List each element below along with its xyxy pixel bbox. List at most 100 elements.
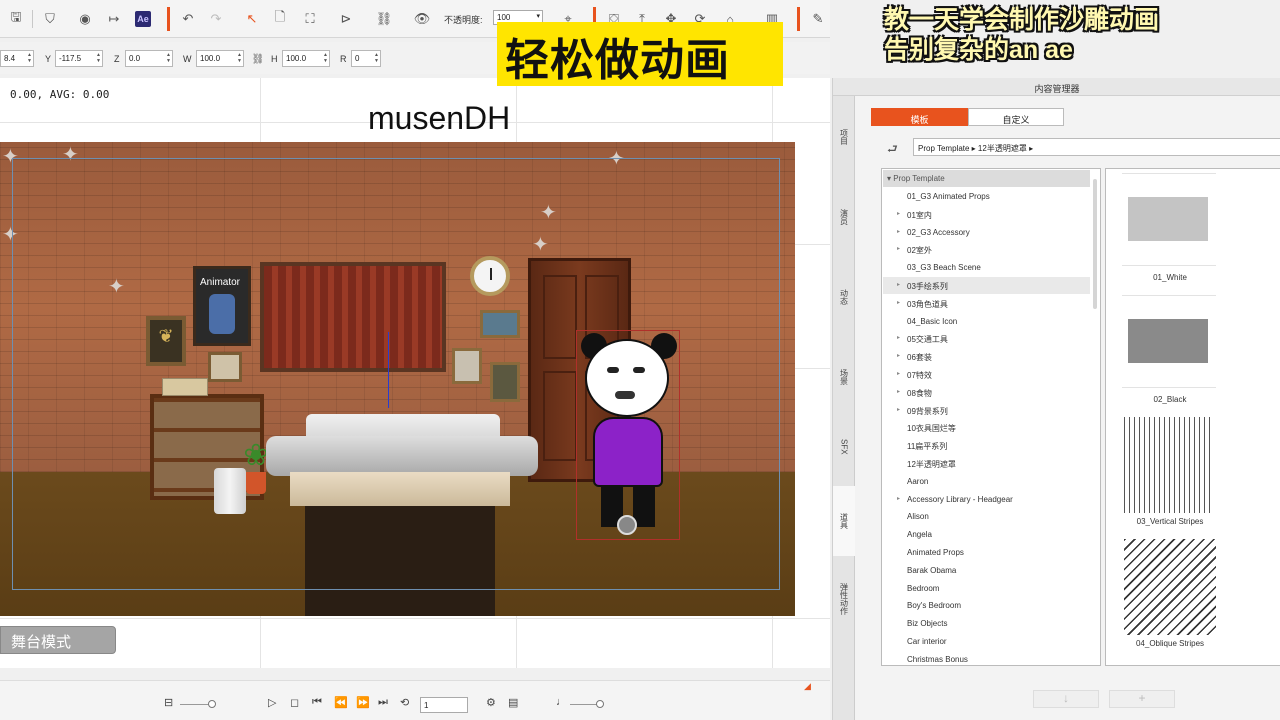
stage-canvas[interactable]: 0.00, AVG: 0.00 ✦ ✦ ✦ ✦ ✦ ✦ ✦ Animator ❦ — [0, 78, 830, 668]
save-icon[interactable]: 🖫 — [6, 9, 26, 29]
loop-icon[interactable]: ⟲ — [400, 696, 409, 709]
breadcrumb-item[interactable]: 12半透明遮罩 — [978, 144, 1027, 153]
thumbnail-vertical-stripes[interactable] — [1124, 417, 1212, 513]
tree-item[interactable]: Barak Obama — [883, 562, 1090, 579]
tree-item[interactable]: Bedroom — [883, 580, 1090, 597]
script-icon[interactable]: ✎ — [808, 9, 828, 29]
spinner-icon[interactable]: ▲ ▼ — [27, 52, 32, 64]
side-tab-props[interactable]: 道具 — [833, 486, 855, 556]
tree-root[interactable]: ▾ Prop Template — [883, 170, 1090, 187]
ae-export-button[interactable]: Ae — [133, 9, 153, 29]
expand-arrow-icon[interactable]: ▸ — [897, 210, 900, 217]
tab-template[interactable]: 模板 — [871, 108, 968, 126]
tree-item[interactable]: Biz Objects — [883, 615, 1090, 632]
tree-item[interactable]: Animated Props — [883, 544, 1090, 561]
tree-item[interactable]: ▸ 08食物 — [883, 384, 1090, 401]
basket-icon[interactable]: ⛉ — [40, 9, 60, 29]
fullscreen-icon[interactable]: ▤ — [508, 696, 518, 709]
tree-item[interactable]: ▸ 05交通工具 — [883, 330, 1090, 347]
expand-arrow-icon[interactable]: ▸ — [897, 370, 900, 377]
timeline-icon[interactable]: ⊟ — [164, 696, 173, 709]
tree-item[interactable]: Boy's Bedroom — [883, 597, 1090, 614]
play-icon[interactable]: ▷ — [268, 696, 276, 709]
spinner-icon[interactable]: ▲ ▼ — [374, 52, 379, 64]
volume-slider-knob[interactable] — [596, 700, 604, 708]
thumbnail-black[interactable] — [1124, 319, 1210, 363]
expand-arrow-icon[interactable]: ▸ — [897, 228, 900, 235]
r-field[interactable]: 0 ▲ ▼ — [351, 50, 381, 67]
expand-arrow-icon[interactable]: ▸ — [897, 406, 900, 413]
volume-icon[interactable]: ♩ — [556, 696, 567, 708]
prev-frame-icon[interactable]: ⏪ — [334, 696, 348, 709]
lock-ratio-icon[interactable]: ⛓ — [248, 49, 268, 69]
preview-icon[interactable]: ◉ — [75, 9, 95, 29]
tree-item[interactable]: Angela — [883, 526, 1090, 543]
expand-arrow-icon[interactable]: ▸ — [897, 388, 900, 395]
zoom-slider-knob[interactable] — [208, 700, 216, 708]
download-button[interactable]: ↓ — [1033, 690, 1099, 708]
expand-arrow-icon[interactable]: ▸ — [897, 281, 900, 288]
tree-item[interactable]: 11扁平系列 — [883, 437, 1090, 454]
h-field[interactable]: 100.0 ▲ ▼ — [282, 50, 330, 67]
add-button[interactable]: + — [1109, 690, 1175, 708]
tree-item[interactable]: ▸ 02室外 — [883, 241, 1090, 258]
undo-icon[interactable]: ↶ — [178, 9, 198, 29]
last-frame-icon[interactable]: ⏭ — [378, 696, 388, 709]
breadcrumb-item[interactable]: Prop Template — [918, 144, 969, 153]
spinner-icon[interactable]: ▲ ▼ — [323, 52, 328, 64]
tree-item[interactable]: ▸ 06套装 — [883, 348, 1090, 365]
z-field[interactable]: 0.0 ▲ ▼ — [125, 50, 173, 67]
side-tab-elastic-motion[interactable]: 弹性动作 — [833, 564, 855, 634]
tree-item[interactable]: Christmas Bonus — [883, 651, 1090, 665]
tree-item[interactable]: 10衣具国烂等 — [883, 419, 1090, 436]
flip-icon[interactable]: ⊳ — [336, 9, 356, 29]
select-arrow-icon[interactable]: ↖ — [242, 9, 262, 29]
stage-mode-button[interactable]: 舞台模式 — [0, 626, 116, 654]
expand-arrow-icon[interactable]: ▸ — [897, 245, 900, 252]
tree-item[interactable]: Alison — [883, 508, 1090, 525]
tree-item[interactable]: ▸ 09背景系列 — [883, 402, 1090, 419]
tree-item[interactable]: 03_G3 Beach Scene — [883, 259, 1090, 276]
back-arrow-icon[interactable]: ⮐ — [887, 140, 898, 161]
tree-scrollbar[interactable] — [1093, 179, 1097, 309]
export-icon[interactable]: ↦ — [104, 9, 124, 29]
x-field[interactable]: 8.4 ▲ ▼ — [0, 50, 34, 67]
tree-item[interactable]: ▸ 01室内 — [883, 206, 1090, 223]
tree-item[interactable]: Aaron — [883, 473, 1090, 490]
expand-arrow-icon[interactable]: ▸ — [897, 495, 900, 502]
expand-arrow-icon[interactable]: ▸ — [897, 299, 900, 306]
frame-input[interactable]: 1 — [420, 697, 468, 713]
redo-icon[interactable]: ↷ — [206, 9, 226, 29]
side-tab-project[interactable]: 项目 — [833, 102, 855, 172]
visibility-icon[interactable]: 👁 — [412, 9, 432, 29]
thumbnail-oblique-stripes[interactable] — [1124, 539, 1216, 635]
fill-icon[interactable]: ⛶ — [300, 9, 320, 29]
spinner-icon[interactable]: ▲ ▼ — [237, 52, 242, 64]
spinner-icon[interactable]: ▲ ▼ — [96, 52, 101, 64]
tree-item[interactable]: ▸ Accessory Library - Headgear — [883, 491, 1090, 508]
side-tab-actor[interactable]: 演员 — [833, 182, 855, 252]
settings-gear-icon[interactable]: ⚙ — [486, 696, 496, 709]
tree-item[interactable]: ▸ 07特效 — [883, 366, 1090, 383]
tree-item[interactable]: ▸ 03角色道具 — [883, 295, 1090, 312]
expand-arrow-icon[interactable]: ▸ — [897, 352, 900, 359]
stop-icon[interactable]: ◻ — [290, 696, 299, 709]
tree-item[interactable]: ▸ 02_G3 Accessory — [883, 224, 1090, 241]
first-frame-icon[interactable]: ⏮ — [312, 696, 322, 709]
tree-item[interactable]: ▸ 03手绘系列 — [883, 277, 1090, 294]
expand-arrow-icon[interactable]: ▸ — [897, 334, 900, 341]
side-tab-sfx[interactable]: SFX — [833, 412, 855, 482]
tab-custom[interactable]: 自定义 — [968, 108, 1064, 126]
tree-item[interactable]: Car interior — [883, 633, 1090, 650]
tree-item[interactable]: 04_Basic Icon — [883, 313, 1090, 330]
thumbnail-white[interactable] — [1124, 197, 1210, 241]
page-icon[interactable]: 🗋 — [270, 9, 290, 29]
spinner-icon[interactable]: ▲ ▼ — [166, 52, 171, 64]
next-frame-icon[interactable]: ⏩ — [356, 696, 370, 709]
link-icon[interactable]: ⛓ — [374, 9, 394, 29]
side-tab-motion[interactable]: 动态 — [833, 262, 855, 332]
y-field[interactable]: -117.5 ▲ ▼ — [55, 50, 103, 67]
side-tab-scene[interactable]: 场景 — [833, 342, 855, 412]
tree-item[interactable]: 12半透明遮罩 — [883, 455, 1090, 472]
tree-item[interactable]: 01_G3 Animated Props — [883, 188, 1090, 205]
